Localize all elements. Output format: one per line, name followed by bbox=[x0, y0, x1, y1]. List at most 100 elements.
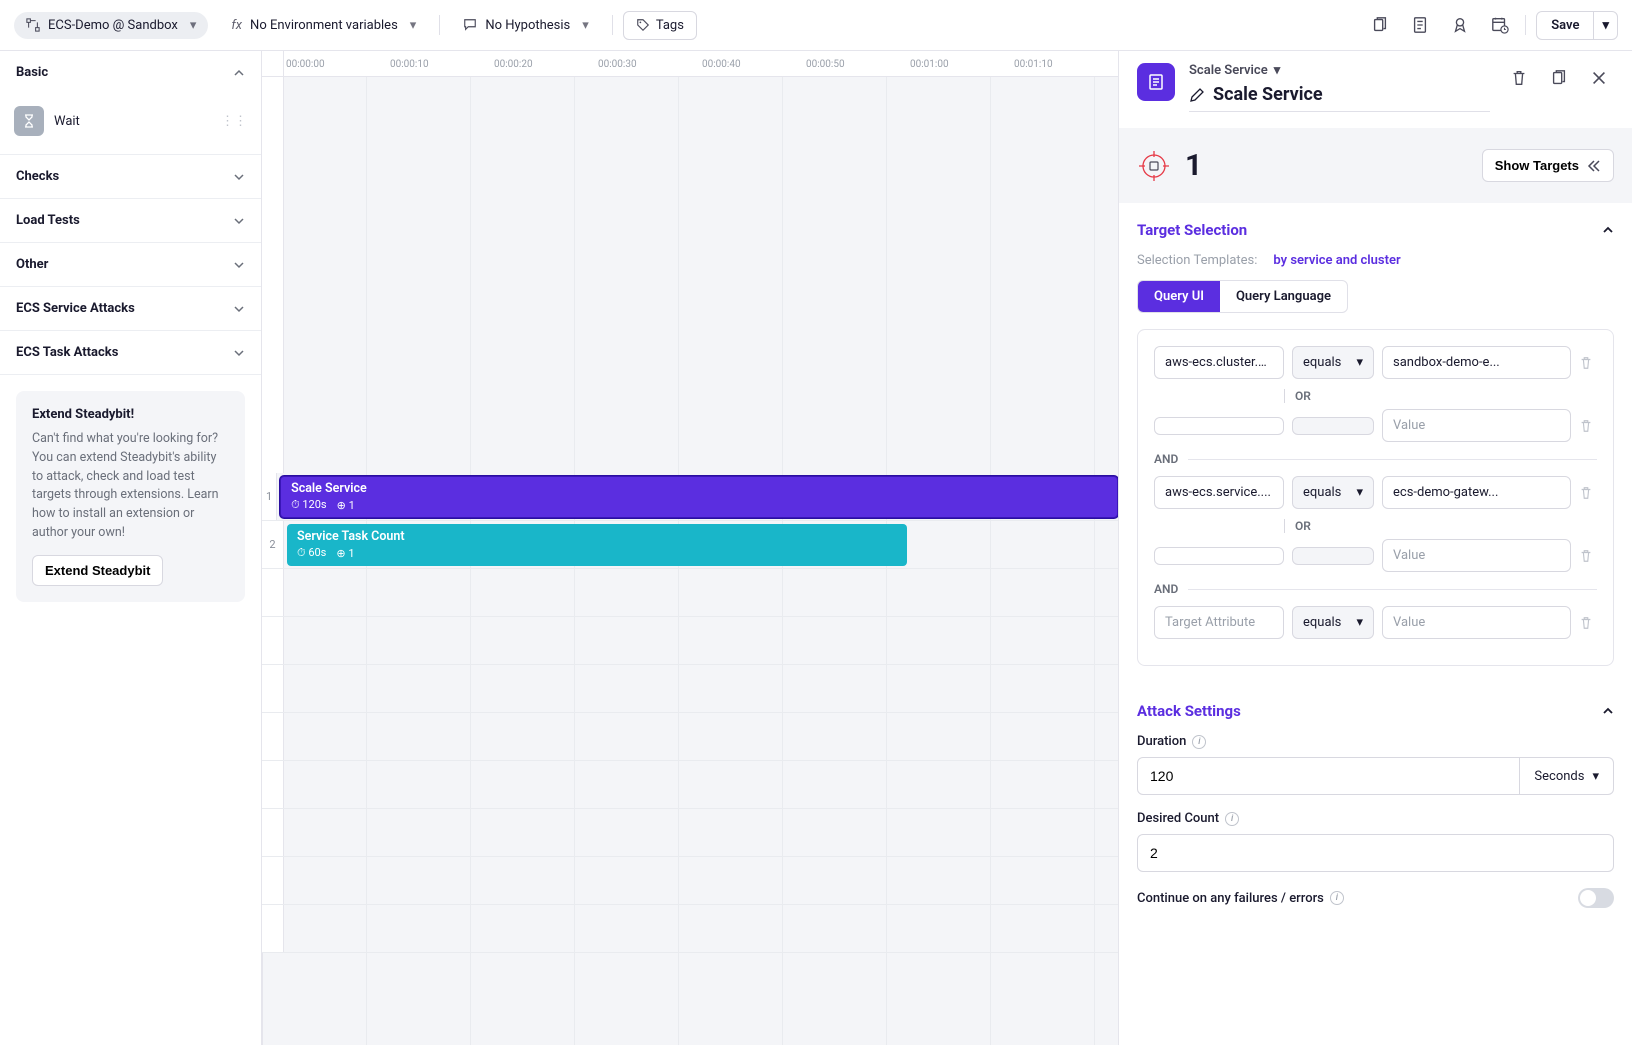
item-label: Wait bbox=[54, 114, 80, 129]
chevron-down-icon bbox=[233, 347, 245, 359]
val-field[interactable]: ecs-demo-gatew... bbox=[1382, 476, 1571, 509]
val-field-empty[interactable]: Value bbox=[1382, 606, 1571, 639]
op-field[interactable] bbox=[1292, 417, 1374, 435]
duration-input[interactable] bbox=[1137, 757, 1520, 795]
op-field[interactable]: equals▾ bbox=[1292, 606, 1374, 639]
delete-row-button[interactable] bbox=[1579, 549, 1597, 563]
target-icon: ⊕ 1 bbox=[337, 499, 355, 512]
divider bbox=[439, 15, 440, 35]
project-selector[interactable]: ECS-Demo @ Sandbox ▾ bbox=[14, 12, 208, 39]
edit-icon[interactable] bbox=[1189, 87, 1205, 103]
info-icon[interactable]: i bbox=[1192, 735, 1206, 749]
attr-field-empty[interactable]: Target Attribute bbox=[1154, 606, 1284, 639]
timeline-block-scale-service[interactable]: Scale Service ⏱ 120s ⊕ 1 bbox=[280, 476, 1118, 518]
query-builder: aws-ecs.cluster.n... equals▾ sandbox-dem… bbox=[1137, 329, 1614, 666]
tab-query-ui[interactable]: Query UI bbox=[1138, 281, 1220, 312]
chevron-down-icon: ▾ bbox=[1356, 485, 1363, 500]
tags-button[interactable]: Tags bbox=[623, 11, 697, 40]
attr-field[interactable]: aws-ecs.service.... bbox=[1154, 476, 1284, 509]
desired-count-label: Desired Count i bbox=[1137, 811, 1614, 826]
hourglass-icon bbox=[14, 106, 44, 136]
timeline-block-service-task-count[interactable]: Service Task Count ⏱ 60s ⊕ 1 bbox=[287, 524, 907, 566]
show-targets-button[interactable]: Show Targets bbox=[1482, 149, 1614, 182]
delete-row-button[interactable] bbox=[1579, 356, 1597, 370]
val-field-empty[interactable]: Value bbox=[1382, 539, 1571, 572]
and-connector: AND bbox=[1154, 582, 1597, 596]
attr-field[interactable]: aws-ecs.cluster.n... bbox=[1154, 346, 1284, 379]
sidebar-section-basic[interactable]: Basic bbox=[0, 51, 261, 94]
val-field-empty[interactable]: Value bbox=[1382, 409, 1571, 442]
fx-icon: fx bbox=[231, 18, 242, 33]
section-title: Attack Settings bbox=[1137, 702, 1241, 720]
duplicate-button[interactable] bbox=[1544, 63, 1574, 93]
drag-handle-icon[interactable]: ⋮⋮ bbox=[221, 114, 247, 129]
extend-button[interactable]: Extend Steadybit bbox=[32, 555, 163, 586]
or-connector: OR bbox=[1294, 389, 1597, 403]
duration-unit-select[interactable]: Seconds ▾ bbox=[1520, 757, 1614, 795]
template-link[interactable]: by service and cluster bbox=[1273, 253, 1400, 268]
delete-row-button[interactable] bbox=[1579, 419, 1597, 433]
tick: 00:00:40 bbox=[700, 51, 804, 76]
tags-label: Tags bbox=[656, 18, 684, 33]
and-connector: AND bbox=[1154, 452, 1597, 466]
attr-field-empty[interactable] bbox=[1154, 417, 1284, 435]
service-icon bbox=[1137, 63, 1175, 101]
hypothesis-selector[interactable]: No Hypothesis ▾ bbox=[450, 11, 601, 40]
query-row: Value bbox=[1154, 409, 1597, 442]
sidebar-section-ecs-service[interactable]: ECS Service Attacks bbox=[0, 287, 261, 330]
attack-settings-section: Attack Settings Duration i Seconds ▾ Des… bbox=[1119, 684, 1632, 926]
graph-icon bbox=[26, 18, 40, 32]
copy-icon bbox=[1371, 16, 1389, 34]
sidebar-section-loadtests[interactable]: Load Tests bbox=[0, 199, 261, 242]
clock-icon: ⏱ 60s bbox=[297, 546, 326, 560]
info-icon[interactable]: i bbox=[1225, 812, 1239, 826]
notes-button[interactable] bbox=[1405, 10, 1435, 40]
copy-button[interactable] bbox=[1365, 10, 1395, 40]
info-icon[interactable]: i bbox=[1330, 891, 1344, 905]
section-header-attack-settings[interactable]: Attack Settings bbox=[1137, 702, 1614, 720]
continue-on-error-toggle[interactable] bbox=[1578, 888, 1614, 908]
close-button[interactable] bbox=[1584, 63, 1614, 93]
op-field[interactable]: equals▾ bbox=[1292, 346, 1374, 379]
section-label: Load Tests bbox=[16, 213, 80, 228]
sidebar-section-ecs-task[interactable]: ECS Task Attacks bbox=[0, 331, 261, 374]
delete-row-button[interactable] bbox=[1579, 486, 1597, 500]
notes-icon bbox=[1411, 16, 1429, 34]
or-connector: OR bbox=[1294, 519, 1597, 533]
save-button[interactable]: Save ▾ bbox=[1536, 11, 1618, 40]
op-field[interactable] bbox=[1292, 547, 1374, 565]
section-header-target-selection[interactable]: Target Selection bbox=[1137, 221, 1614, 239]
tick: 00:01:00 bbox=[908, 51, 1012, 76]
section-label: ECS Service Attacks bbox=[16, 301, 135, 316]
tab-query-language[interactable]: Query Language bbox=[1220, 281, 1347, 312]
block-title: Scale Service bbox=[291, 481, 1107, 496]
hypothesis-label: No Hypothesis bbox=[485, 18, 570, 33]
chevron-down-icon: ▾ bbox=[1592, 769, 1599, 784]
row-number: 1 bbox=[262, 473, 277, 520]
sidebar-section-other[interactable]: Other bbox=[0, 243, 261, 286]
tick: 00:00:50 bbox=[804, 51, 908, 76]
block-title: Service Task Count bbox=[297, 529, 897, 544]
query-row: aws-ecs.cluster.n... equals▾ sandbox-dem… bbox=[1154, 346, 1597, 379]
target-count: 1 bbox=[1185, 148, 1202, 183]
calendar-clock-icon bbox=[1491, 16, 1509, 34]
chevron-down-icon: ▾ bbox=[582, 18, 589, 33]
sidebar-section-checks[interactable]: Checks bbox=[0, 155, 261, 198]
attr-field-empty[interactable] bbox=[1154, 547, 1284, 565]
row-number: 2 bbox=[262, 521, 284, 568]
desired-count-input[interactable] bbox=[1137, 834, 1614, 872]
val-field[interactable]: sandbox-demo-e... bbox=[1382, 346, 1571, 379]
chevron-down-icon: ▾ bbox=[1356, 615, 1363, 630]
save-dropdown[interactable]: ▾ bbox=[1593, 12, 1617, 39]
env-vars-selector[interactable]: fx No Environment variables ▾ bbox=[218, 11, 429, 40]
breadcrumb[interactable]: Scale Service ▾ bbox=[1189, 63, 1490, 78]
schedule-button[interactable] bbox=[1485, 10, 1515, 40]
delete-row-button[interactable] bbox=[1579, 616, 1597, 630]
section-label: ECS Task Attacks bbox=[16, 345, 118, 360]
chevron-down-icon: ▾ bbox=[410, 18, 417, 33]
tag-icon bbox=[636, 18, 650, 32]
badge-button[interactable] bbox=[1445, 10, 1475, 40]
op-field[interactable]: equals▾ bbox=[1292, 476, 1374, 509]
sidebar-item-wait[interactable]: Wait ⋮⋮ bbox=[14, 102, 247, 140]
delete-button[interactable] bbox=[1504, 63, 1534, 93]
